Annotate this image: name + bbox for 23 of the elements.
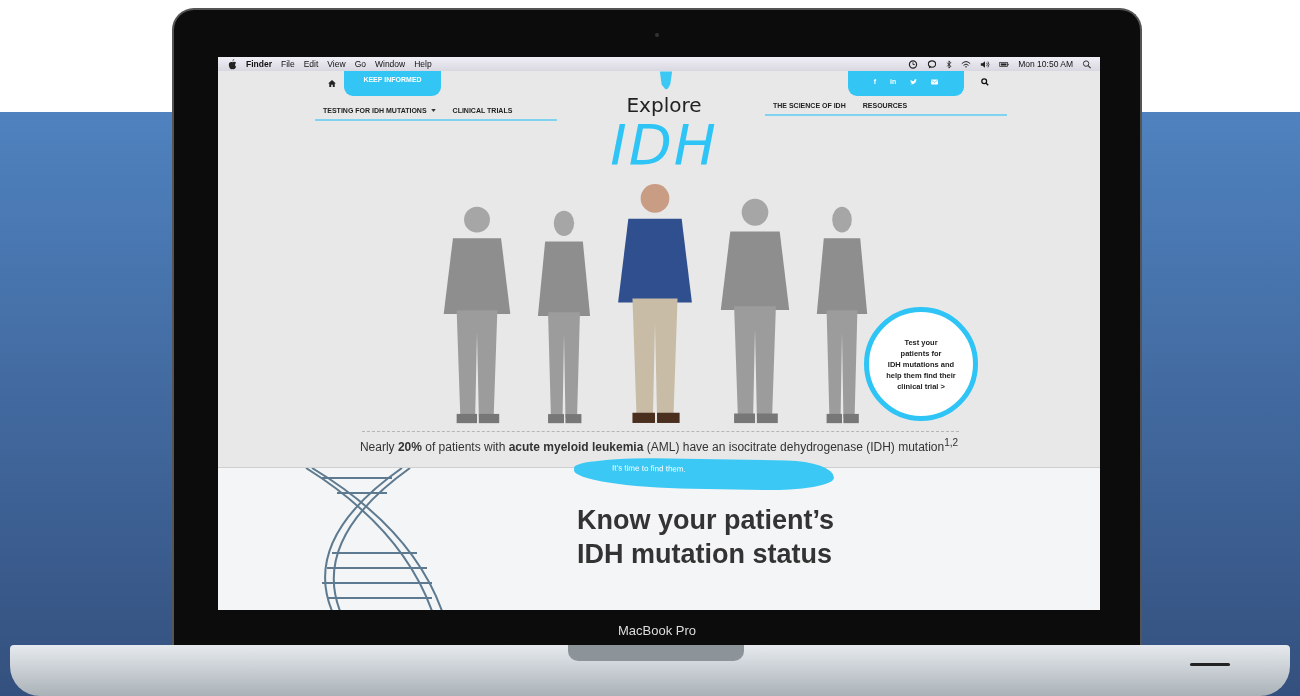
- laptop-label: MacBook Pro: [616, 623, 697, 638]
- menu-item[interactable]: Edit: [303, 59, 319, 69]
- menu-item[interactable]: Window: [374, 59, 406, 69]
- wifi-icon[interactable]: [961, 59, 972, 69]
- clock-text[interactable]: Mon 10:50 AM: [1018, 59, 1073, 69]
- volume-icon[interactable]: [980, 59, 991, 69]
- brush-mark-icon: [659, 71, 673, 91]
- logo-text[interactable]: Explore: [626, 95, 702, 115]
- home-icon[interactable]: [328, 80, 336, 87]
- clock-icon[interactable]: [908, 59, 919, 69]
- section-heading: Know your patient’s IDH mutation status: [577, 504, 834, 571]
- tagline-banner: It’s time to find them.: [573, 456, 835, 492]
- menu-item[interactable]: File: [281, 59, 295, 69]
- chat-bubble-icon[interactable]: [927, 59, 938, 69]
- bluetooth-icon[interactable]: [946, 59, 953, 69]
- menu-item[interactable]: View: [327, 59, 346, 69]
- app-menu[interactable]: Finder: [246, 59, 272, 69]
- menu-item[interactable]: Go: [354, 59, 366, 69]
- search-icon[interactable]: [1082, 59, 1092, 69]
- battery-icon[interactable]: [999, 59, 1010, 69]
- statistic-caption: Nearly 20% of patients with acute myeloid leukemia (AML) have an isocitrate dehydrogenase (IDH) mutation$^{1,2}$: [358, 437, 960, 454]
- search-icon[interactable]: [981, 78, 989, 86]
- menu-item[interactable]: Help: [414, 59, 432, 69]
